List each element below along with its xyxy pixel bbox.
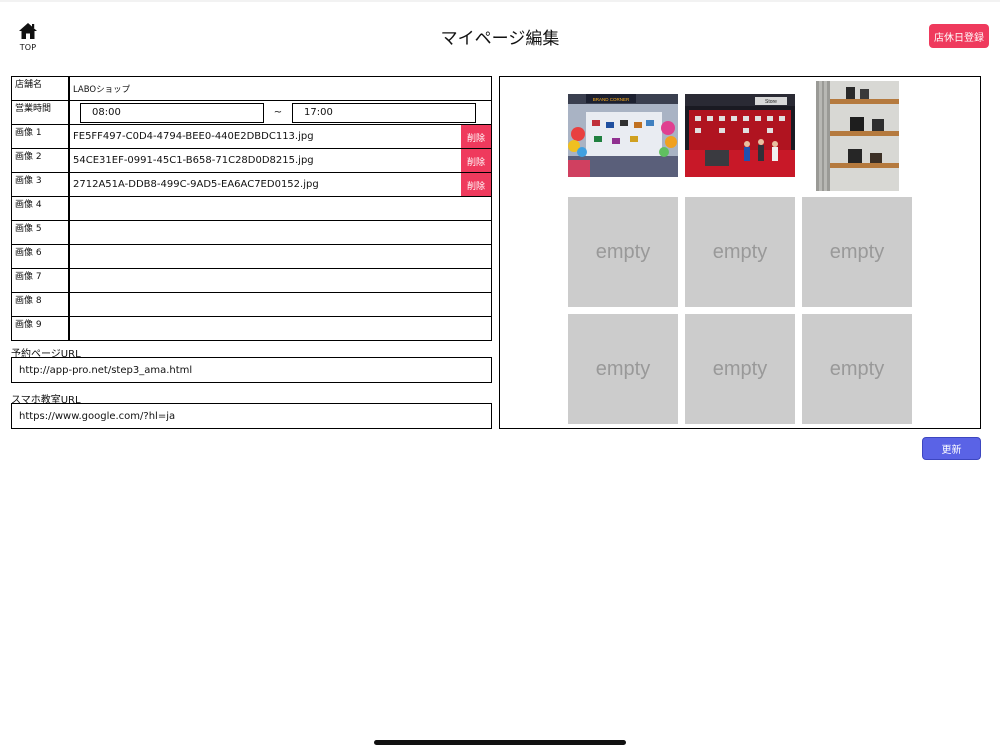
empty-slot-4[interactable]: empty — [568, 197, 678, 307]
store-photo-2-image: Store — [685, 94, 795, 177]
shop-name-label: 店舗名 — [12, 77, 70, 100]
image-preview-panel: BRAND CORNER Store empty empty empty emp… — [499, 76, 981, 429]
image-file-3[interactable]: 2712A51A-DDB8-499C-9AD5-EA6AC7ED0152.jpg — [70, 173, 461, 196]
reservation-url-input[interactable]: http://app-pro.net/step3_ama.html — [11, 357, 492, 383]
home-indicator-bar — [374, 740, 626, 745]
shop-name-row: 店舗名 LABOショップ — [11, 77, 492, 101]
image-file-2[interactable]: 54CE31EF-0991-45C1-B658-71C28D0D8215.jpg — [70, 149, 461, 172]
image-file-4[interactable] — [70, 197, 491, 220]
image-row-8: 画像 8 — [11, 293, 492, 317]
preview-photo-3[interactable] — [816, 81, 899, 191]
image-file-1[interactable]: FE5FF497-C0D4-4794-BEE0-440E2DBDC113.jpg — [70, 125, 461, 148]
hours-value: 08:00 ~ 17:00 — [70, 101, 491, 124]
preview-photo-1[interactable]: BRAND CORNER — [568, 94, 678, 177]
image-label-7: 画像 7 — [12, 269, 70, 292]
image-row-4: 画像 4 — [11, 197, 492, 221]
hours-label: 営業時間 — [12, 101, 70, 124]
image-row-3: 画像 3 2712A51A-DDB8-499C-9AD5-EA6AC7ED015… — [11, 173, 492, 197]
shop-form: 店舗名 LABOショップ 営業時間 08:00 ~ 17:00 画像 1 FE5… — [11, 76, 492, 341]
image-file-5[interactable] — [70, 221, 491, 244]
hours-row: 営業時間 08:00 ~ 17:00 — [11, 101, 492, 125]
school-url-input[interactable]: https://www.google.com/?hl=ja — [11, 403, 492, 429]
open-time-input[interactable]: 08:00 — [80, 102, 264, 123]
image-label-3: 画像 3 — [12, 173, 70, 196]
delete-image-3-button[interactable]: 削除 — [461, 173, 491, 196]
image-row-5: 画像 5 — [11, 221, 492, 245]
store-photo-1-image: BRAND CORNER — [568, 94, 678, 177]
preview-photo-2[interactable]: Store — [685, 94, 795, 177]
close-time-input[interactable]: 17:00 — [292, 102, 476, 123]
image-label-4: 画像 4 — [12, 197, 70, 220]
image-file-7[interactable] — [70, 269, 491, 292]
photo-1-sign-text: BRAND CORNER — [593, 97, 630, 102]
empty-slot-7[interactable]: empty — [568, 314, 678, 424]
photo-2-sign-text: Store — [765, 99, 777, 105]
delete-image-1-button[interactable]: 削除 — [461, 125, 491, 148]
image-row-7: 画像 7 — [11, 269, 492, 293]
image-label-8: 画像 8 — [12, 293, 70, 316]
empty-slot-6[interactable]: empty — [802, 197, 912, 307]
empty-slot-8[interactable]: empty — [685, 314, 795, 424]
image-row-1: 画像 1 FE5FF497-C0D4-4794-BEE0-440E2DBDC11… — [11, 125, 492, 149]
empty-slot-9[interactable]: empty — [802, 314, 912, 424]
image-file-9[interactable] — [70, 317, 491, 340]
image-label-2: 画像 2 — [12, 149, 70, 172]
image-label-9: 画像 9 — [12, 317, 70, 340]
empty-slot-5[interactable]: empty — [685, 197, 795, 307]
status-bar-strip — [0, 0, 1000, 2]
image-row-2: 画像 2 54CE31EF-0991-45C1-B658-71C28D0D821… — [11, 149, 492, 173]
image-label-5: 画像 5 — [12, 221, 70, 244]
image-file-8[interactable] — [70, 293, 491, 316]
shop-name-field[interactable]: LABOショップ — [70, 77, 491, 100]
image-label-6: 画像 6 — [12, 245, 70, 268]
time-separator: ~ — [273, 107, 283, 118]
image-file-6[interactable] — [70, 245, 491, 268]
delete-image-2-button[interactable]: 削除 — [461, 149, 491, 172]
holiday-register-button[interactable]: 店休日登録 — [929, 24, 989, 48]
store-photo-3-image — [816, 81, 899, 191]
image-row-6: 画像 6 — [11, 245, 492, 269]
image-row-9: 画像 9 — [11, 317, 492, 341]
page-title: マイページ編集 — [440, 29, 560, 49]
image-label-1: 画像 1 — [12, 125, 70, 148]
update-button[interactable]: 更新 — [922, 437, 981, 460]
